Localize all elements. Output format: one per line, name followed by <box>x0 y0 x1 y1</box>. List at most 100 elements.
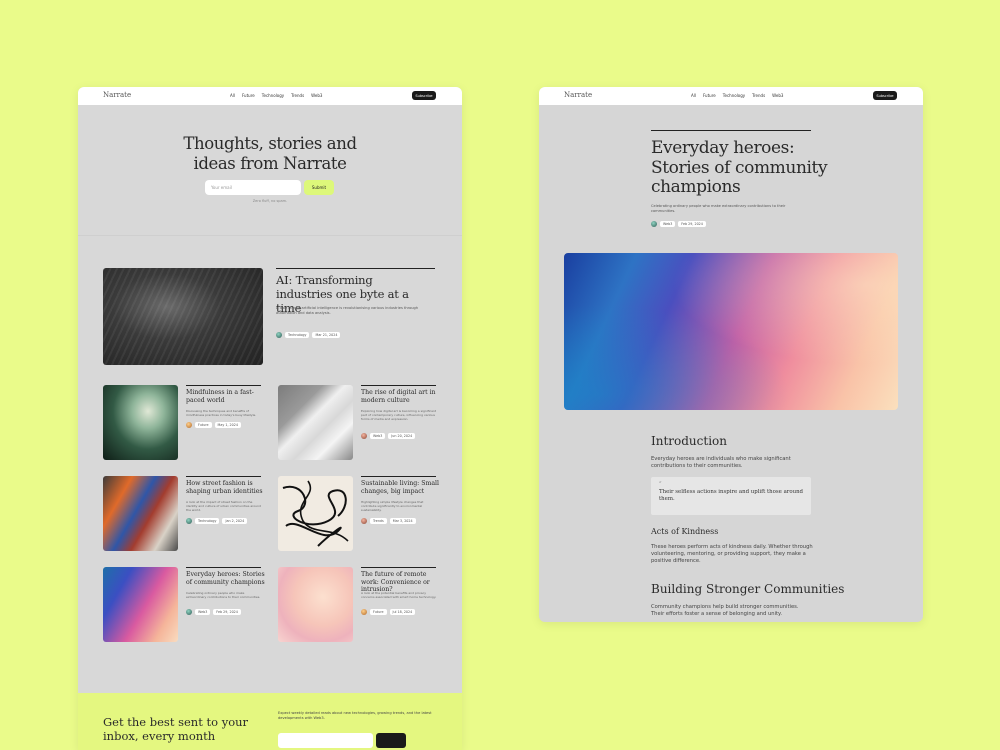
post-date: Jan 2, 2024 <box>222 518 248 524</box>
article-page: Narrate All Future Technology Trends Web… <box>539 87 923 622</box>
card-rule <box>186 567 261 568</box>
subscribe-button[interactable]: Subscribe <box>873 91 897 100</box>
post-desc: Highlighting simple lifestyle changes th… <box>361 500 424 512</box>
post-meta: Web3 Feb 29, 2024 <box>186 609 241 615</box>
nav-link-all[interactable]: All <box>691 93 696 98</box>
newsletter-title: Get the best sent to your inbox, every m… <box>103 715 253 743</box>
nav-link-technology[interactable]: Technology <box>723 93 745 98</box>
nav-link-trends[interactable]: Trends <box>291 93 304 98</box>
author-avatar <box>276 332 282 338</box>
quote-icon: “ <box>659 481 662 487</box>
nav-link-future[interactable]: Future <box>242 93 255 98</box>
post-date: Mar 3, 2024 <box>389 518 416 524</box>
nav-link-web3[interactable]: Web3 <box>772 93 783 98</box>
category-tag[interactable]: Web3 <box>195 609 211 615</box>
post-image[interactable] <box>103 567 178 642</box>
post-title[interactable]: How street fashion is shaping urban iden… <box>186 480 266 495</box>
building-heading: Building Stronger Communities <box>651 582 845 596</box>
card-rule <box>361 385 436 386</box>
post-title[interactable]: Sustainable living: Small changes, big i… <box>361 480 441 495</box>
card-rule <box>186 385 261 386</box>
author-avatar <box>361 433 367 439</box>
article-title-line-2: Stories of community <box>651 157 828 178</box>
nav-link-web3[interactable]: Web3 <box>311 93 322 98</box>
featured-post-desc: A look at how artificial intelligence is… <box>276 306 419 315</box>
post-image[interactable] <box>278 476 353 551</box>
intro-heading: Introduction <box>651 434 727 448</box>
author-avatar <box>361 609 367 615</box>
post-image[interactable] <box>103 476 178 551</box>
hero-note: Zero fluff, no spam. <box>252 199 288 203</box>
newsletter-submit-button[interactable] <box>376 733 406 748</box>
newsletter-title-line-1: Get the best sent to your <box>103 715 249 729</box>
post-title[interactable]: Everyday heroes: Stories of community ch… <box>186 571 266 586</box>
author-avatar <box>186 422 192 428</box>
blog-home-page: Narrate All Future Technology Trends Web… <box>78 87 462 750</box>
section-divider <box>78 235 462 236</box>
post-date: Jul 18, 2024 <box>389 609 416 615</box>
email-input[interactable]: Your email <box>205 180 301 195</box>
author-avatar <box>186 518 192 524</box>
category-tag[interactable]: Technology <box>285 332 310 338</box>
intro-paragraph: Everyday heroes are individuals who make… <box>651 456 791 469</box>
post-meta: Future Jul 18, 2024 <box>361 609 416 615</box>
post-image[interactable] <box>103 385 178 460</box>
post-date: Jun 20, 2024 <box>388 433 416 439</box>
article-title: Everyday heroes: Stories of community ch… <box>651 138 831 198</box>
newsletter-title-line-2: inbox, every month <box>103 729 216 743</box>
category-tag[interactable]: Future <box>370 609 387 615</box>
nav-link-future[interactable]: Future <box>703 93 716 98</box>
author-avatar <box>361 518 367 524</box>
category-tag[interactable]: Trends <box>370 518 387 524</box>
article-title-line-1: Everyday heroes: <box>651 138 795 158</box>
category-tag[interactable]: Technology <box>195 518 220 524</box>
nav-link-all[interactable]: All <box>230 93 235 98</box>
nav-links: All Future Technology Trends Web3 <box>230 93 322 98</box>
post-desc: Discussing the techniques and benefits o… <box>186 409 257 417</box>
newsletter-section: Get the best sent to your inbox, every m… <box>78 693 462 750</box>
card-rule <box>186 476 261 477</box>
newsletter-desc: Expect weekly detailed reads about new t… <box>278 711 432 720</box>
featured-title-line-1: AI: Transforming <box>276 273 373 287</box>
category-tag[interactable]: Web3 <box>660 221 676 227</box>
pull-quote: “ Their selfless actions inspire and upl… <box>651 477 811 515</box>
top-navbar: Narrate All Future Technology Trends Web… <box>78 87 462 105</box>
quote-text: Their selfless actions inspire and uplif… <box>659 489 804 502</box>
post-desc: Celebrating ordinary people who make ext… <box>186 591 261 599</box>
post-desc: Exploring how digital art is becoming a … <box>361 409 437 421</box>
subscribe-button[interactable]: Subscribe <box>412 91 436 100</box>
category-tag[interactable]: Web3 <box>370 433 386 439</box>
post-image[interactable] <box>278 385 353 460</box>
author-avatar <box>651 221 657 227</box>
hero-title: Thoughts, stories and ideas from Narrate <box>78 134 462 174</box>
submit-button[interactable]: Submit <box>304 180 334 195</box>
hero-title-line-2: ideas from Narrate <box>193 154 347 173</box>
logo[interactable]: Narrate <box>564 91 592 99</box>
post-title[interactable]: The rise of digital art in modern cultur… <box>361 389 441 404</box>
featured-post-image[interactable] <box>103 268 263 365</box>
post-title[interactable]: Mindfulness in a fast-paced world <box>186 389 266 404</box>
article-rule <box>651 130 811 131</box>
category-tag[interactable]: Future <box>195 422 212 428</box>
nav-link-technology[interactable]: Technology <box>262 93 284 98</box>
post-meta: Trends Mar 3, 2024 <box>361 518 416 524</box>
post-desc: A look at the potential benefits and pri… <box>361 591 437 599</box>
post-date: Mar 21, 2024 <box>312 332 341 338</box>
kindness-heading: Acts of Kindness <box>651 527 719 536</box>
card-rule <box>361 567 436 568</box>
post-date: Feb 29, 2024 <box>678 221 706 227</box>
post-meta: Technology Jan 2, 2024 <box>186 518 248 524</box>
abstract-lines-illustration <box>282 480 349 547</box>
nav-links: All Future Technology Trends Web3 <box>691 93 783 98</box>
logo[interactable]: Narrate <box>103 91 131 99</box>
post-image[interactable] <box>278 567 353 642</box>
hero-title-line-1: Thoughts, stories and <box>183 134 357 153</box>
newsletter-email-input[interactable] <box>278 733 373 748</box>
top-navbar: Narrate All Future Technology Trends Web… <box>539 87 923 105</box>
post-meta: Future May 1, 2024 <box>186 422 241 428</box>
nav-link-trends[interactable]: Trends <box>752 93 765 98</box>
featured-rule <box>276 268 435 269</box>
article-meta: Web3 Feb 29, 2024 <box>651 221 706 227</box>
article-desc: Celebrating ordinary people who make ext… <box>651 204 786 213</box>
post-desc: A look at the impact of street fashion o… <box>186 500 261 512</box>
